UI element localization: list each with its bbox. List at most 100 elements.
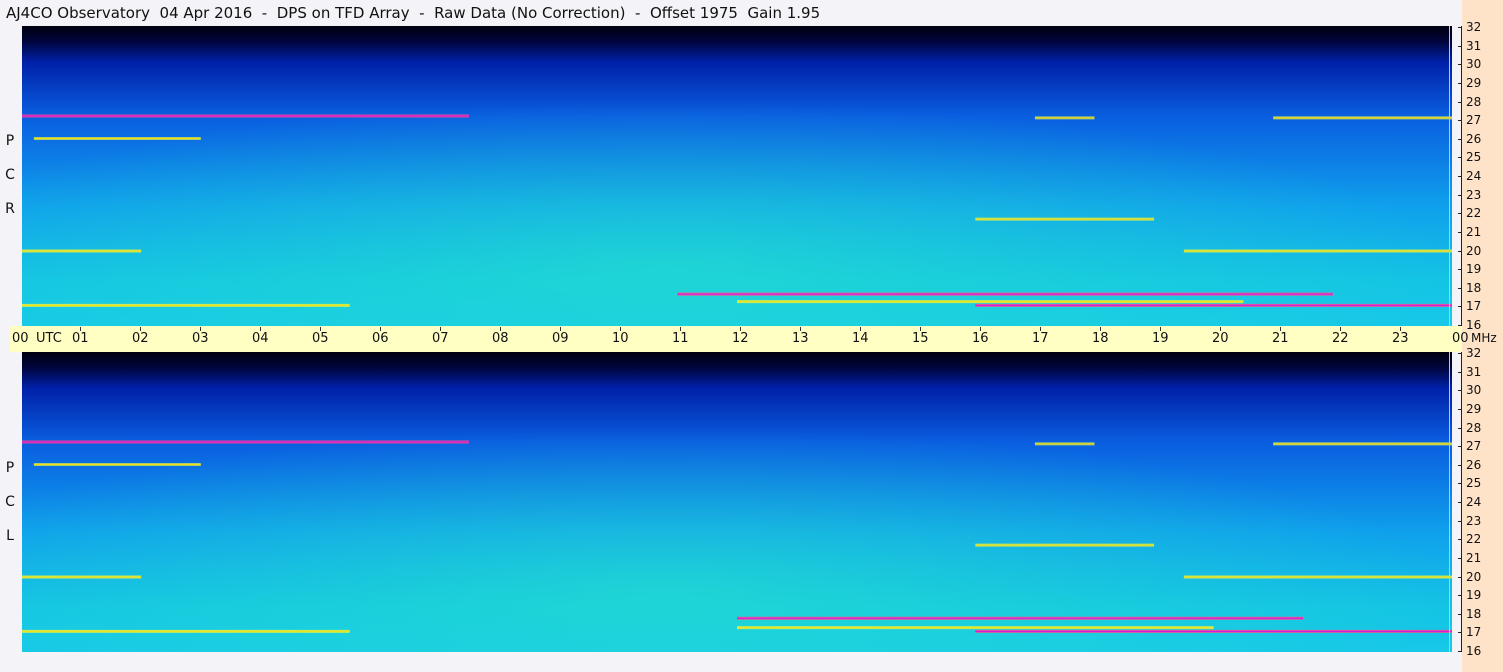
time-label-21: 21	[1272, 331, 1289, 346]
time-tick-21	[1280, 327, 1281, 331]
rcp-band-core-5	[22, 250, 142, 252]
rcp-label-letter-2: C	[5, 167, 15, 183]
time-tick-06	[380, 327, 381, 331]
time-label-04: 04	[252, 331, 269, 346]
rcp-freq-label-30: 30	[1466, 57, 1482, 72]
time-label-02: 02	[132, 331, 149, 346]
rcp-freq-label-26: 26	[1466, 131, 1482, 146]
time-label-06: 06	[372, 331, 389, 346]
lcp-spectrogram	[22, 352, 1452, 652]
frequency-unit-label: MHz	[1471, 331, 1497, 345]
lcp-freq-label-20: 20	[1466, 569, 1482, 584]
time-tick-01	[80, 327, 81, 331]
time-tick-18	[1100, 327, 1101, 331]
time-label-20: 20	[1212, 331, 1229, 346]
chart-title: AJ4CO Observatory 04 Apr 2016 - DPS on T…	[6, 4, 821, 22]
lcp-freq-label-24: 24	[1466, 495, 1482, 509]
rcp-freq-tick-23	[1458, 194, 1462, 196]
rcp-freq-label-18: 18	[1466, 280, 1482, 295]
lcp-freq-label-19: 19	[1466, 588, 1482, 603]
lcp-freq-label-25: 25	[1466, 476, 1482, 491]
lcp-band-core-5	[22, 576, 142, 578]
lcp-freq-tick-26	[1458, 464, 1462, 466]
time-tick-23	[1400, 327, 1401, 331]
time-label-18: 18	[1092, 331, 1109, 346]
rcp-freq-label-31: 31	[1466, 38, 1482, 53]
lcp-freq-tick-27	[1458, 446, 1462, 448]
rcp-freq-label-16: 16	[1466, 318, 1482, 332]
lcp-freq-label-17: 17	[1466, 625, 1482, 640]
time-label-13: 13	[792, 331, 809, 346]
lcp-freq-tick-32	[1458, 353, 1462, 354]
rcp-freq-label-19: 19	[1466, 262, 1482, 277]
rcp-freq-label-24: 24	[1466, 169, 1482, 183]
lcp-band-core-3	[33, 464, 201, 465]
lcp-freq-label-27: 27	[1466, 439, 1482, 454]
rcp-freq-label-25: 25	[1466, 150, 1482, 165]
lcp-band-core-8	[737, 627, 1214, 629]
rcp-freq-tick-18	[1458, 287, 1462, 289]
lcp-time-marker	[1449, 352, 1450, 652]
lcp-freq-tick-21	[1458, 557, 1462, 559]
time-label-15: 15	[912, 331, 929, 346]
time-label-11: 11	[672, 331, 689, 346]
rcp-freq-tick-25	[1458, 157, 1462, 159]
lcp-freq-tick-24	[1458, 502, 1462, 503]
time-label-14: 14	[852, 331, 869, 346]
rcp-freq-label-21: 21	[1466, 224, 1482, 239]
rcp-freq-label-29: 29	[1466, 75, 1482, 90]
rcp-band-core-2	[1273, 117, 1452, 119]
lcp-band-core-2	[1273, 443, 1452, 445]
time-label-07: 07	[432, 331, 449, 346]
lcp-freq-label-26: 26	[1466, 457, 1482, 472]
rcp-freq-label-27: 27	[1466, 113, 1482, 128]
time-label-19: 19	[1152, 331, 1169, 346]
lcp-freq-label-16: 16	[1466, 644, 1482, 658]
lcp-label-letter-3: L	[6, 528, 14, 544]
time-label-10: 10	[612, 331, 629, 346]
time-label-23: 23	[1392, 331, 1409, 346]
lcp-frequency-axis: 32 31 30 29 28 27 26 25 24 23 22 21 20 19 18 17 16	[1452, 347, 1503, 657]
time-tick-05	[320, 327, 321, 331]
lcp-band-core-1	[1034, 443, 1095, 445]
lcp-freq-tick-16	[1458, 651, 1462, 652]
lcp-freq-tick-28	[1458, 427, 1462, 429]
lcp-freq-label-30: 30	[1466, 383, 1482, 398]
lcp-freq-tick-22	[1458, 539, 1462, 541]
lcp-band-core-7	[737, 617, 1304, 619]
time-label-05: 05	[312, 331, 329, 346]
rcp-spectrogram-svg	[22, 26, 1452, 326]
rcp-freq-tick-24	[1458, 176, 1462, 177]
rcp-freq-tick-31	[1458, 45, 1462, 47]
time-label-end: 00	[1452, 331, 1469, 346]
lcp-band-core-10	[975, 630, 1452, 632]
lcp-spectrogram-svg	[22, 352, 1452, 652]
time-label-12: 12	[732, 331, 749, 346]
time-label-start: 00	[12, 331, 29, 346]
rcp-freq-tick-26	[1458, 138, 1462, 140]
rcp-label-letter-1: P	[5, 133, 15, 149]
time-tick-20	[1220, 327, 1221, 331]
lcp-freq-label-32: 32	[1466, 346, 1482, 360]
rcp-band-core-3	[33, 138, 201, 139]
rcp-freq-tick-21	[1458, 231, 1462, 233]
lcp-freq-tick-25	[1458, 483, 1462, 485]
rcp-time-marker	[1449, 26, 1450, 326]
rcp-band-core-4	[975, 218, 1155, 220]
lcp-freq-tick-17	[1458, 632, 1462, 634]
lcp-band-core-9	[22, 630, 350, 632]
rcp-freq-label-20: 20	[1466, 243, 1482, 258]
lcp-freq-label-22: 22	[1466, 532, 1482, 547]
time-tick-15	[920, 327, 921, 331]
lcp-label-letter-1: P	[5, 460, 15, 476]
rcp-freq-label-17: 17	[1466, 299, 1482, 314]
time-tick-22	[1340, 327, 1341, 331]
lcp-freq-tick-30	[1458, 390, 1462, 392]
rcp-freq-tick-28	[1458, 101, 1462, 103]
lcp-band-core-6	[1183, 576, 1452, 578]
lcp-glow	[22, 352, 1452, 652]
lcp-freq-label-29: 29	[1466, 401, 1482, 416]
lcp-freq-tick-19	[1458, 595, 1462, 597]
rcp-band-core-6	[1183, 250, 1452, 252]
rcp-freq-tick-19	[1458, 269, 1462, 271]
